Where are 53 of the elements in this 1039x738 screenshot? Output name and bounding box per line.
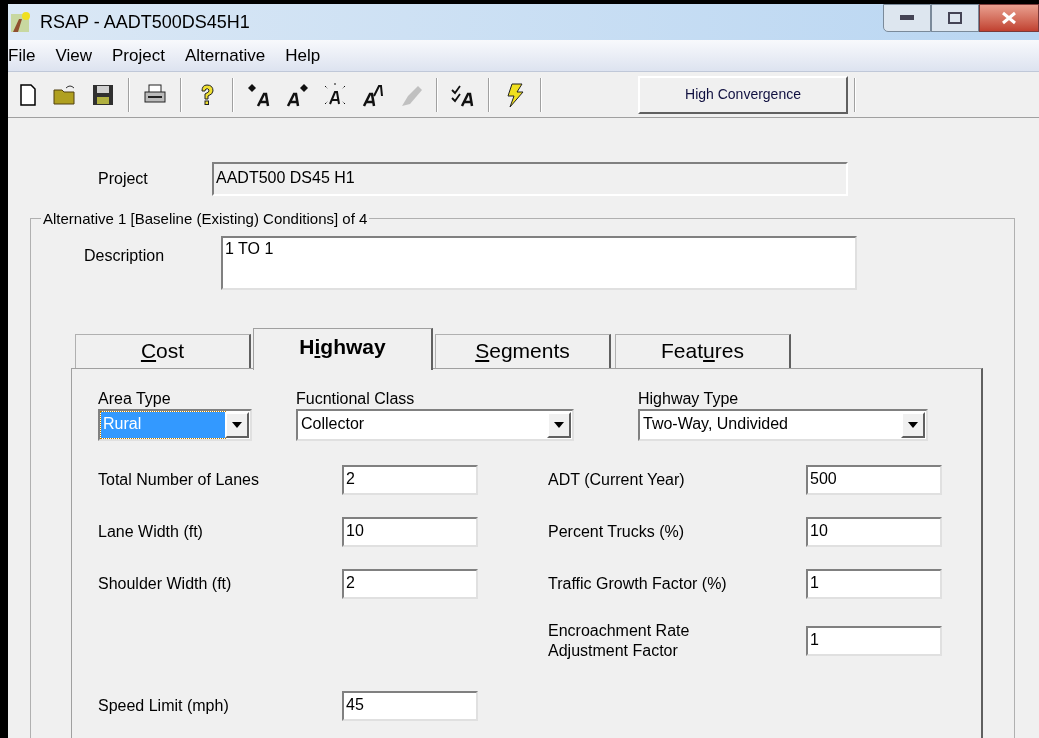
menu-item[interactable]: Alternative [178, 42, 272, 69]
dropdown-value: Collector [300, 414, 366, 434]
field-label: Area Type [98, 389, 172, 409]
tab[interactable]: Features [615, 334, 791, 368]
project-field[interactable]: AADT500 DS45 H1 [212, 162, 848, 196]
menu-item[interactable]: Project [105, 42, 171, 69]
input-field[interactable]: 1 [806, 569, 942, 599]
dropdown-arrow-button[interactable] [225, 412, 249, 438]
field-label: ADT (Current Year) [548, 470, 686, 490]
field-label: Traffic Growth Factor (%) [548, 574, 728, 594]
input-field[interactable]: 10 [342, 517, 478, 547]
field-label: Highway Type [638, 389, 740, 409]
field-label: Project [98, 169, 149, 189]
app-icon [10, 11, 32, 33]
field-label: Lane Width (ft) [98, 522, 204, 542]
close-icon [1001, 11, 1017, 25]
input-field[interactable]: 10 [806, 517, 942, 547]
tab[interactable]: Cost [75, 334, 251, 368]
maximize-icon [948, 12, 962, 24]
tab[interactable]: Highway [253, 328, 433, 370]
dropdown[interactable]: Collector [296, 409, 574, 441]
high-convergence-button[interactable]: High Convergence [638, 75, 848, 114]
dropdown-arrow-button[interactable] [547, 412, 571, 438]
input-field[interactable]: 500 [806, 465, 942, 495]
field-label: Speed Limit (mph) [98, 696, 230, 716]
caret-icon [908, 422, 918, 428]
dropdown-value: Rural [101, 412, 225, 438]
description-field[interactable]: 1 TO 1 [221, 236, 857, 290]
field-label: Encroachment Rate Adjustment Factor [548, 621, 691, 661]
menu-item[interactable]: File [8, 42, 42, 69]
close-button[interactable] [979, 4, 1039, 32]
window-title: RSAP - AADT500DS45H1 [40, 10, 250, 34]
caret-icon [554, 422, 564, 428]
dropdown[interactable]: Two-Way, Undivided [638, 409, 928, 441]
dropdown-arrow-button[interactable] [901, 412, 925, 438]
field-label: Description [84, 246, 166, 266]
input-field[interactable]: 45 [342, 691, 478, 721]
menu-item[interactable]: Help [279, 42, 327, 69]
caret-icon [232, 422, 242, 428]
field-label: Percent Trucks (%) [548, 522, 686, 542]
minimize-button[interactable] [883, 4, 931, 32]
input-field[interactable]: 2 [342, 465, 478, 495]
minimize-icon [900, 15, 914, 21]
new-file-icon[interactable] [20, 83, 36, 106]
field-label: Total Number of Lanes [98, 470, 260, 490]
tab[interactable]: Segments [435, 334, 611, 368]
dropdown-value: Two-Way, Undivided [642, 414, 789, 434]
field-label: Shoulder Width (ft) [98, 574, 233, 594]
input-field[interactable]: 1 [806, 626, 942, 656]
maximize-button[interactable] [931, 4, 979, 32]
field-label: Fucntional Class [296, 389, 416, 409]
input-field[interactable]: 2 [342, 569, 478, 599]
menu-item[interactable]: View [49, 42, 98, 69]
